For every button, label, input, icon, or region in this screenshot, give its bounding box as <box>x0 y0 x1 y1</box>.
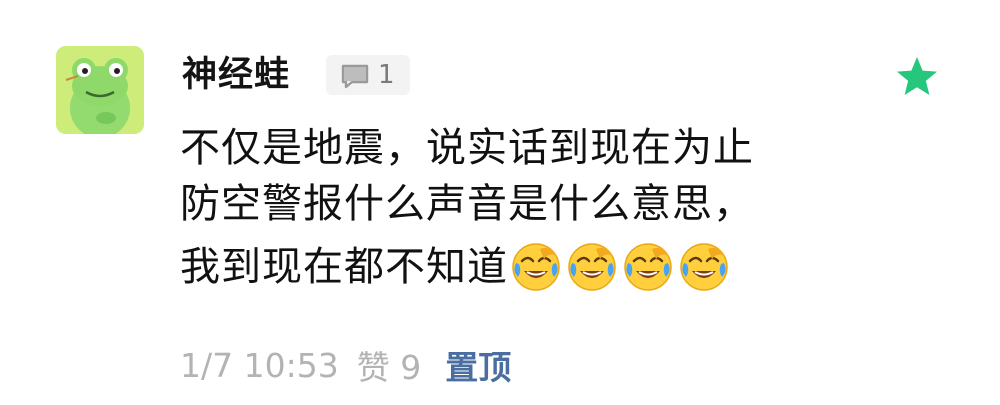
avatar[interactable] <box>56 46 144 134</box>
crying-laughing-face-icon <box>568 243 616 291</box>
comment-text-line-2: 防空警报什么声音是什么意思， <box>180 181 754 227</box>
pin-link[interactable]: 置顶 <box>445 341 511 389</box>
comment-text-line-3: 我到现在都不知道 <box>180 244 508 290</box>
reply-count-badge[interactable]: 1 <box>326 55 410 95</box>
crying-laughing-face-icon <box>680 243 728 291</box>
speech-bubble-icon <box>341 64 369 89</box>
crying-laughing-face-icon <box>512 243 560 291</box>
author-name[interactable]: 神经蛙 <box>182 49 290 101</box>
comment-text-line-3-wrap: 我到现在都不知道 <box>180 238 734 296</box>
comment-text-line-1: 不仅是地震，说实话到现在为止 <box>180 125 754 171</box>
emoji-row <box>510 241 734 293</box>
star-icon[interactable] <box>894 54 940 100</box>
crying-laughing-face-icon <box>624 243 672 291</box>
frog-avatar-image <box>56 46 144 134</box>
timestamp: 1/7 10:53 <box>180 345 339 385</box>
comment-footer: 1/7 10:53 赞 9 置顶 <box>180 340 511 390</box>
like-count[interactable]: 赞 9 <box>357 341 422 389</box>
reply-count: 1 <box>378 60 395 90</box>
